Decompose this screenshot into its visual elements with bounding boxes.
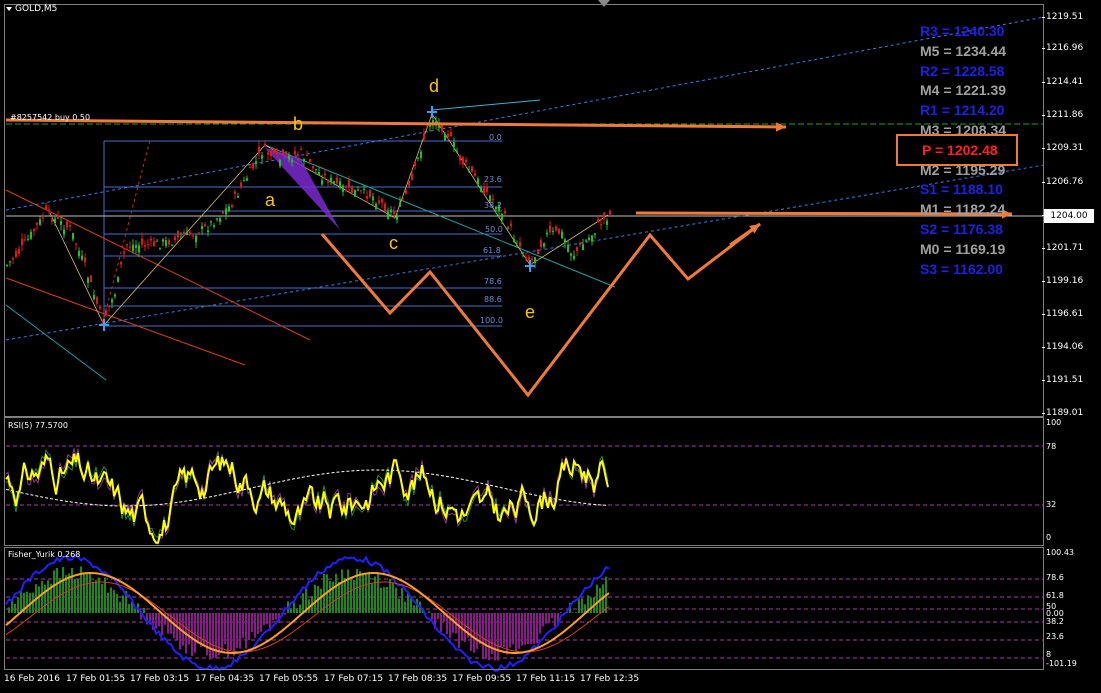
rsi-tick-label: 0 <box>1046 533 1052 542</box>
time-tick-label[interactable]: 17 Feb 07:15 <box>324 674 383 684</box>
fib-level-label: 0.0 <box>489 133 502 142</box>
fib-level-label: 38.2 <box>484 201 502 210</box>
fib-level-label: 88.6 <box>484 295 502 304</box>
fib-level-label: 23.6 <box>484 175 502 184</box>
symbol-label: GOLD,M5 <box>15 4 58 14</box>
time-tick-label[interactable]: 17 Feb 03:15 <box>130 674 189 684</box>
wave-label: b <box>293 114 304 134</box>
fisher-tick-label: 23.6 <box>1046 632 1064 641</box>
fib-level-label: 50.0 <box>485 225 503 234</box>
time-tick-label[interactable]: 17 Feb 04:35 <box>195 674 254 684</box>
fisher-tick-label: 61.8 <box>1046 591 1064 600</box>
pivot-level-label: R1 = 1214.20 <box>920 102 1005 119</box>
fisher-tick-label: 78.6 <box>1046 573 1064 582</box>
price-tick-label: 1219.51 <box>1041 12 1084 22</box>
time-tick-label[interactable]: 17 Feb 09:55 <box>452 674 511 684</box>
price-tick-label: 1214.41 <box>1041 77 1084 87</box>
price-tick-label: 1196.61 <box>1041 309 1084 319</box>
rsi-tick-label: 100 <box>1046 418 1062 427</box>
wave-label: d <box>429 76 440 96</box>
wave-label: e <box>525 302 536 322</box>
fisher-title: Fisher_Yurik 0.268 <box>8 550 81 559</box>
price-tick-label: 1194.06 <box>1041 342 1084 352</box>
fisher-tick-label: 100.43 <box>1046 548 1074 557</box>
trade-line-label[interactable]: #8257542 buy 0.50 <box>10 113 90 122</box>
pivot-level-label: S2 = 1176.38 <box>920 221 1003 237</box>
time-tick-label[interactable]: 17 Feb 05:55 <box>259 674 318 684</box>
main-chart-panel[interactable] <box>4 4 1044 417</box>
triangle-down-icon[interactable] <box>6 6 12 11</box>
chart-title: GOLD,M5 <box>6 4 57 14</box>
pivot-level-label: M4 = 1221.39 <box>920 82 1007 99</box>
pivot-level-label: R2 = 1228.58 <box>920 62 1005 79</box>
fib-level-label: 61.8 <box>483 246 501 255</box>
pivot-level-label: R3 = 1240.30 <box>920 23 1005 39</box>
price-tick-label: 1199.16 <box>1041 276 1084 286</box>
time-tick-label[interactable]: 17 Feb 12:35 <box>580 674 639 684</box>
price-tick-label: 1206.76 <box>1041 177 1084 187</box>
current-price-badge: 1204.00 <box>1044 209 1094 223</box>
pivot-level-label: M1 = 1182.24 <box>920 201 1006 218</box>
time-tick-label[interactable]: 16 Feb 2016 <box>4 674 60 684</box>
fisher-tick-label: 38.2 <box>1046 617 1064 626</box>
pivot-highlight-box <box>896 134 1018 166</box>
pivot-level-label: M5 = 1234.44 <box>920 42 1007 59</box>
wave-label: a <box>265 190 276 210</box>
time-tick-label[interactable]: 17 Feb 08:35 <box>388 674 447 684</box>
price-tick-label: 1191.51 <box>1041 375 1084 385</box>
wave-label: c <box>389 233 398 253</box>
price-tick-label: 1209.31 <box>1041 143 1084 153</box>
pivot-level-label: S3 = 1162.00 <box>920 260 1003 277</box>
fisher-tick-label: -101.19 <box>1046 659 1077 668</box>
pivot-level-label: M0 = 1169.19 <box>920 240 1006 257</box>
fisher-panel[interactable] <box>4 547 1044 670</box>
price-tick-label: 1201.71 <box>1041 243 1084 253</box>
rsi-title: RSI(5) 77.5700 <box>8 421 68 430</box>
pivot-level-label: S1 = 1188.10 <box>920 181 1003 198</box>
rsi-tick-label: 32 <box>1046 500 1057 509</box>
time-tick-label[interactable]: 17 Feb 01:55 <box>66 674 125 684</box>
fisher-tick-label: 8 <box>1046 650 1052 659</box>
time-tick-label[interactable]: 17 Feb 11:15 <box>516 674 575 684</box>
fib-level-label: 100.0 <box>480 316 503 325</box>
rsi-tick-label: 78 <box>1046 442 1057 451</box>
price-tick-label: 1189.01 <box>1041 408 1084 418</box>
price-tick-label: 1211.86 <box>1041 110 1084 120</box>
fib-level-label: 78.6 <box>484 277 502 286</box>
price-tick-label: 1216.96 <box>1041 43 1084 53</box>
rsi-panel[interactable] <box>4 417 1044 546</box>
